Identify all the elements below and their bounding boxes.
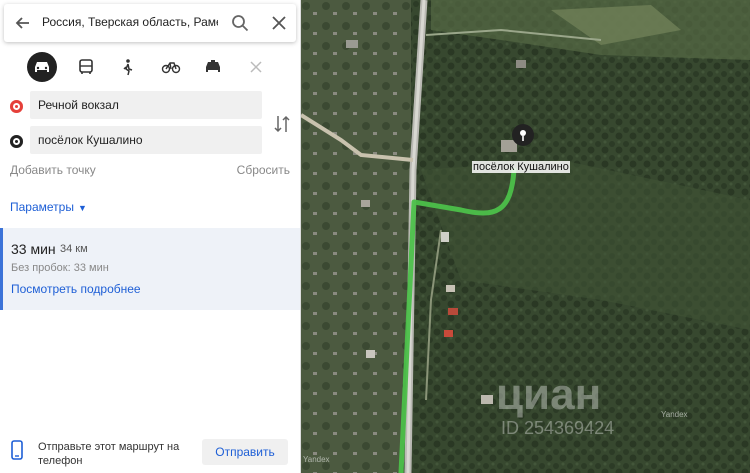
send-to-phone: Отправьте этот маршрут на телефон Отправ… [0,430,300,473]
to-marker-icon [10,135,23,148]
watermark-logo: циан [496,370,602,419]
map-attribution: Yandex [661,410,688,419]
parameters-label: Параметры [10,200,74,214]
taxi-icon [206,60,220,72]
back-arrow-icon[interactable] [12,12,34,34]
send-button[interactable]: Отправить [202,439,288,465]
watermark-id: ID 254369424 [501,418,615,438]
close-icon[interactable] [268,12,290,34]
route-distance: 34 км [60,243,88,255]
route-panel: Россия, Тверская область, Рамешк Речной … [0,0,301,473]
bike-icon [161,62,181,74]
from-point-row: Речной вокзал [0,91,300,121]
destination-label: посёлок Кушалино [472,161,570,173]
map-attribution-bottom: Yandex [303,455,330,464]
scooter-mode-button[interactable] [241,52,271,82]
from-marker-icon [10,100,23,113]
taxi-mode-button[interactable] [198,52,228,82]
reset-link[interactable]: Сбросить [237,163,290,177]
route-option-card[interactable]: 33 мин 34 км Без пробок: 33 мин Посмотре… [0,228,300,310]
route-details-link[interactable]: Посмотреть подробнее [11,282,141,296]
phone-icon [10,440,24,460]
to-point-row: посёлок Кушалино [0,126,300,156]
bike-mode-button[interactable] [156,52,186,82]
to-field[interactable]: посёлок Кушалино [30,126,262,154]
from-field[interactable]: Речной вокзал [30,91,262,119]
transport-modes [0,52,301,84]
swap-points-icon[interactable] [270,112,294,136]
walk-mode-button[interactable] [113,52,143,82]
walk-icon [123,59,133,76]
car-mode-button[interactable] [27,52,57,82]
search-icon[interactable] [229,12,251,34]
car-icon [35,62,49,72]
map-view[interactable]: посёлок Кушалино циан ID 254369424 Yande… [301,0,750,473]
search-input[interactable]: Россия, Тверская область, Рамешк [42,15,218,29]
bus-icon [79,59,93,74]
no-jams-time: Без пробок: 33 мин [11,262,109,274]
add-point-link[interactable]: Добавить точку [10,163,96,177]
parameters-dropdown[interactable]: Параметры ▼ [10,200,87,214]
destination-pin-icon[interactable] [512,124,534,146]
points-actions: Добавить точку Сбросить [10,163,290,177]
route-time: 33 мин [11,241,56,257]
scooter-icon [250,61,262,73]
send-to-phone-text: Отправьте этот маршрут на телефон [38,441,180,467]
bus-mode-button[interactable] [71,52,101,82]
search-box: Россия, Тверская область, Рамешк [4,4,296,42]
caret-down-icon: ▼ [77,203,87,213]
